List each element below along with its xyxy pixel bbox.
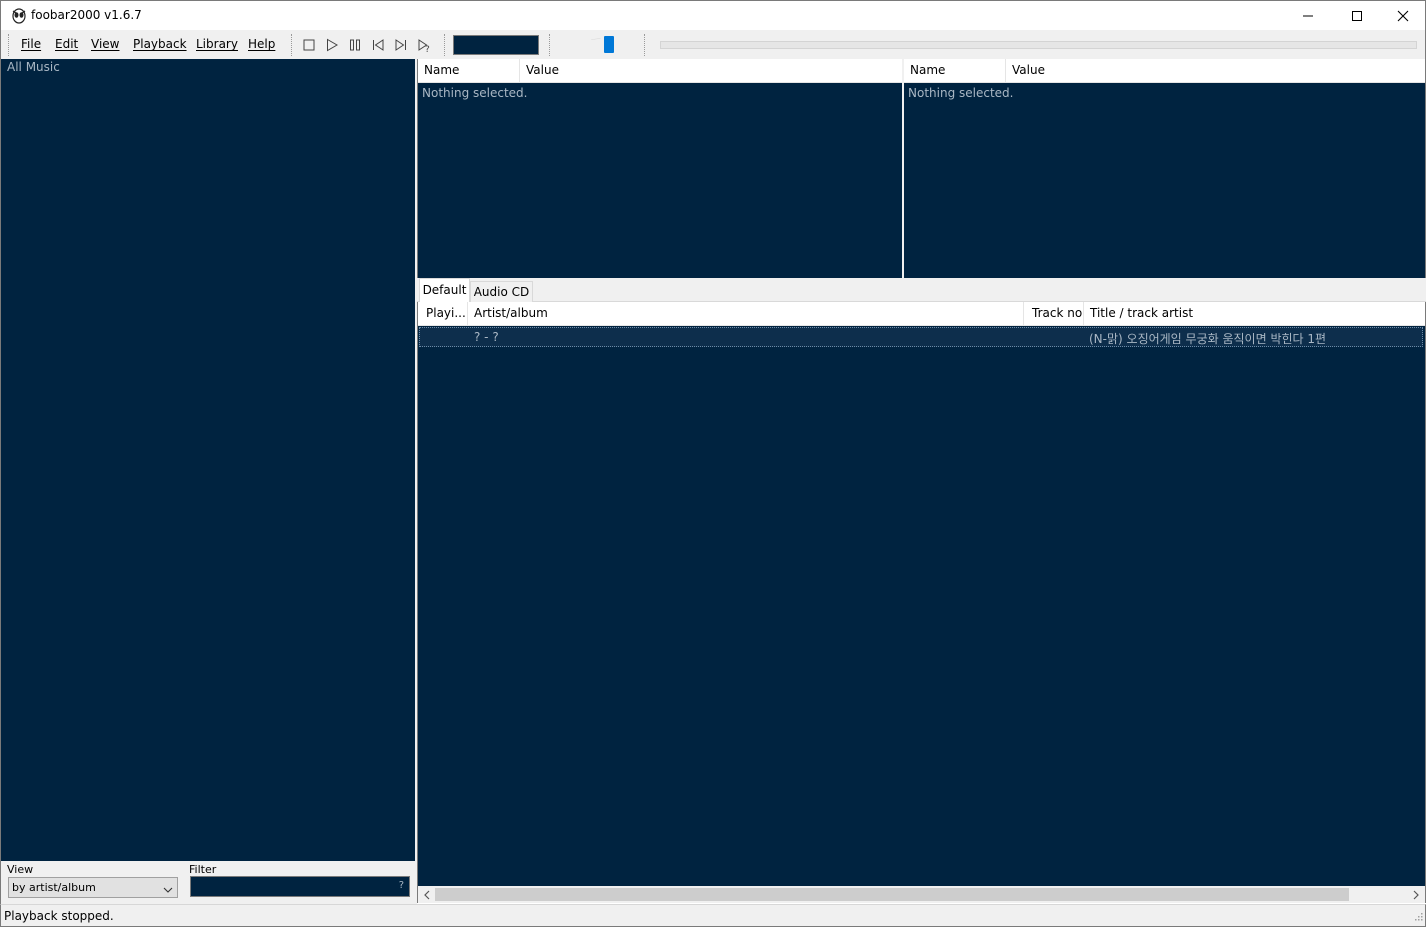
view-select[interactable]: by artist/album [8, 877, 178, 898]
playlist-row[interactable]: ? - ? (N-맑) 오징어게임 무궁화 움직이면 박힌다 1편 [419, 327, 1423, 347]
filter-help-icon[interactable]: ? [399, 880, 404, 891]
stop-icon [303, 39, 315, 51]
filter-input[interactable]: ? [190, 876, 410, 897]
toolbar-grip[interactable] [644, 34, 646, 56]
cell-title: (N-맑) 오징어게임 무궁화 움직이면 박힌다 1편 [1089, 332, 1327, 346]
next-icon [395, 39, 406, 51]
next-button[interactable] [392, 36, 410, 54]
minimize-button[interactable] [1285, 1, 1331, 31]
column-artist-album[interactable]: Artist/album [468, 302, 1024, 326]
resize-grip-icon[interactable] [1413, 910, 1423, 924]
play-icon [327, 38, 338, 52]
properties-header: Name Value [904, 59, 1425, 83]
properties-panel-right[interactable]: Name Value Nothing selected. [904, 59, 1426, 278]
pause-icon [350, 39, 360, 51]
toolbar-grip[interactable] [8, 34, 10, 56]
foobar2000-alien-icon [11, 8, 27, 24]
library-tree[interactable]: All Music [0, 59, 415, 861]
seek-bar[interactable] [660, 41, 1417, 49]
menu-playback[interactable]: Playback [133, 37, 187, 51]
stop-button[interactable] [300, 36, 318, 54]
chevron-down-icon [163, 883, 173, 897]
tree-root-item[interactable]: All Music [7, 60, 60, 74]
properties-header: Name Value [418, 59, 902, 83]
title-bar: foobar2000 v1.6.7 [0, 0, 1426, 30]
window-title: foobar2000 v1.6.7 [31, 8, 142, 22]
column-value[interactable]: Value [1006, 59, 1426, 83]
view-select-value: by artist/album [12, 881, 96, 894]
pause-button[interactable] [346, 36, 364, 54]
scrollbar-thumb[interactable] [435, 888, 1349, 901]
toolbar-grip[interactable] [444, 34, 446, 56]
toolbar-grip[interactable] [549, 34, 551, 56]
playlist-tabs: Default Audio CD [417, 278, 1426, 302]
toolbar-grip[interactable] [291, 34, 293, 56]
horizontal-scrollbar[interactable] [417, 886, 1426, 903]
menu-library[interactable]: Library [196, 37, 238, 51]
filter-label: Filter [189, 863, 217, 876]
menu-file[interactable]: File [21, 37, 41, 51]
previous-icon [373, 39, 384, 51]
tab-audio-cd[interactable]: Audio CD [470, 281, 533, 302]
minimize-icon [1303, 15, 1313, 17]
volume-slider[interactable] [604, 36, 615, 53]
volume-track [591, 38, 601, 40]
column-track-no[interactable]: Track no [1024, 302, 1084, 326]
visualization-display [453, 35, 539, 55]
menu-view[interactable]: View [91, 37, 119, 51]
play-button[interactable] [323, 36, 341, 54]
close-icon [1397, 10, 1409, 22]
close-button[interactable] [1380, 1, 1426, 31]
empty-message: Nothing selected. [422, 86, 528, 100]
library-controls: View Filter by artist/album ? [0, 861, 415, 904]
maximize-button[interactable] [1334, 1, 1380, 31]
cell-artist-album: ? - ? [474, 330, 499, 344]
scroll-left-icon[interactable] [423, 889, 431, 903]
scroll-right-icon[interactable] [1412, 889, 1420, 903]
random-button[interactable]: ? [415, 36, 433, 55]
svg-text:?: ? [425, 45, 430, 54]
random-icon: ? [418, 39, 430, 55]
menu-edit[interactable]: Edit [55, 37, 78, 51]
column-value[interactable]: Value [520, 59, 903, 83]
tab-default[interactable]: Default [419, 278, 470, 302]
view-label: View [7, 863, 34, 876]
properties-panel-left[interactable]: Name Value Nothing selected. [417, 59, 902, 278]
previous-button[interactable] [369, 36, 387, 54]
maximize-icon [1352, 11, 1362, 21]
status-bar: Playback stopped. [0, 904, 1426, 927]
empty-message: Nothing selected. [908, 86, 1014, 100]
menu-help[interactable]: Help [248, 37, 275, 51]
status-text: Playback stopped. [4, 909, 114, 923]
playlist-view[interactable]: Playi... Artist/album Track no Title / t… [417, 302, 1426, 886]
column-name[interactable]: Name [904, 59, 1006, 83]
column-title[interactable]: Title / track artist [1084, 302, 1425, 326]
column-playing[interactable]: Playi... [418, 302, 468, 326]
column-name[interactable]: Name [418, 59, 520, 83]
playlist-header: Playi... Artist/album Track no Title / t… [418, 302, 1425, 326]
